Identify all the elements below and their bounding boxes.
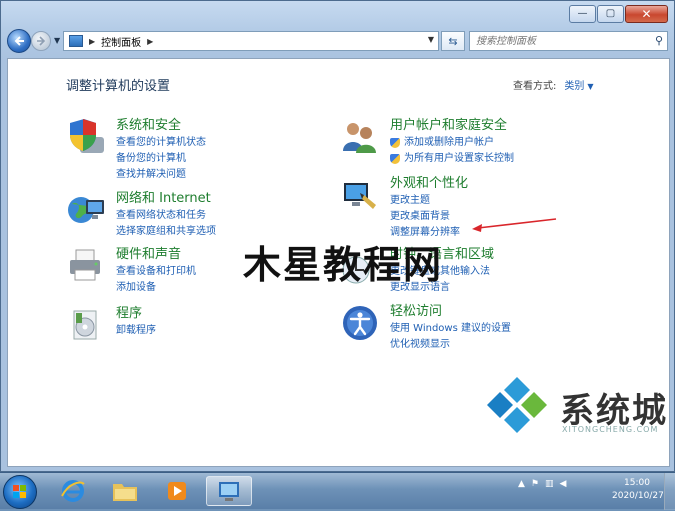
category-title-hardware-sound[interactable]: 硬件和声音 bbox=[116, 246, 196, 263]
windows-logo-icon bbox=[13, 485, 26, 498]
clock-date: 2020/10/27 bbox=[612, 491, 664, 501]
view-by-label: 查看方式: bbox=[513, 81, 557, 92]
link-network-status[interactable]: 查看网络状态和任务 bbox=[116, 208, 216, 224]
category-title-network-internet[interactable]: 网络和 Internet bbox=[116, 190, 216, 207]
navigation-bar: ▼ ▶ 控制面板 ▶ ▼ ⇆ ⚲ bbox=[7, 29, 668, 53]
link-devices-printers[interactable]: 查看设备和打印机 bbox=[116, 264, 196, 280]
link-change-theme[interactable]: 更改主题 bbox=[390, 193, 468, 209]
minimize-button[interactable]: — bbox=[569, 5, 596, 23]
link-homegroup-sharing[interactable]: 选择家庭组和共享选项 bbox=[116, 224, 216, 240]
close-button[interactable]: ✕ bbox=[625, 5, 668, 23]
control-panel-icon bbox=[69, 35, 83, 47]
maximize-button[interactable]: ▢ bbox=[597, 5, 624, 23]
appearance-monitor-icon bbox=[344, 183, 376, 209]
show-desktop-button[interactable] bbox=[664, 473, 675, 510]
back-button[interactable] bbox=[7, 29, 31, 53]
forward-arrow-icon bbox=[37, 36, 46, 46]
category-title-appearance[interactable]: 外观和个性化 bbox=[390, 175, 468, 192]
logo-diamond-icon bbox=[487, 377, 547, 433]
control-panel-taskbar-icon bbox=[219, 482, 239, 501]
taskbar-clock[interactable]: 15:00 2020/10/27 bbox=[612, 477, 664, 503]
printer-icon bbox=[70, 249, 100, 281]
tray-expand-icon[interactable]: ▲ bbox=[518, 479, 525, 489]
breadcrumb-separator-icon[interactable]: ▶ bbox=[89, 37, 95, 46]
category-title-user-accounts[interactable]: 用户帐户和家庭安全 bbox=[390, 117, 514, 134]
taskbar: ▲ ⚑ ▥ ◀ 15:00 2020/10/27 bbox=[0, 472, 675, 510]
back-arrow-icon bbox=[14, 36, 24, 46]
view-by-dropdown-icon[interactable]: ▼ bbox=[587, 82, 593, 91]
address-bar[interactable]: ▶ 控制面板 ▶ ▼ bbox=[63, 31, 439, 51]
category-title-ease-of-access[interactable]: 轻松访问 bbox=[390, 303, 511, 320]
refresh-button[interactable]: ⇆ bbox=[441, 31, 465, 51]
breadcrumb-control-panel[interactable]: 控制面板 bbox=[101, 34, 141, 49]
site-logo: 系统城 XITONGCHENG.COM bbox=[480, 375, 670, 435]
link-recommended-settings[interactable]: 使用 Windows 建议的设置 bbox=[390, 321, 511, 337]
view-by-value[interactable]: 类别 bbox=[564, 81, 584, 92]
internet-explorer-icon bbox=[61, 480, 85, 502]
taskbar-explorer[interactable] bbox=[102, 476, 148, 506]
media-player-icon bbox=[168, 482, 186, 500]
link-add-remove-accounts[interactable]: 添加或删除用户帐户 bbox=[390, 135, 514, 151]
minimize-icon: — bbox=[577, 8, 588, 19]
start-button[interactable] bbox=[3, 475, 37, 509]
category-title-system-security[interactable]: 系统和安全 bbox=[116, 117, 206, 134]
logo-subtext: XITONGCHENG.COM bbox=[562, 425, 659, 434]
annotation-arrow-icon bbox=[472, 218, 557, 232]
users-icon bbox=[343, 123, 376, 153]
watermark-text: 木星教程网 bbox=[243, 243, 444, 287]
system-tray: ▲ ⚑ ▥ ◀ bbox=[518, 479, 566, 489]
folder-icon bbox=[113, 484, 137, 501]
link-troubleshoot[interactable]: 查找并解决问题 bbox=[116, 167, 206, 183]
ease-of-access-icon bbox=[343, 306, 377, 340]
link-parental-controls[interactable]: 为所有用户设置家长控制 bbox=[390, 151, 514, 167]
refresh-icon: ⇆ bbox=[448, 34, 458, 48]
network-globe-icon bbox=[68, 197, 104, 223]
search-icon[interactable]: ⚲ bbox=[655, 34, 663, 47]
programs-icon bbox=[73, 310, 97, 340]
link-add-device[interactable]: 添加设备 bbox=[116, 280, 196, 296]
link-uninstall-program[interactable]: 卸载程序 bbox=[116, 323, 156, 339]
recent-pages-dropdown-icon[interactable]: ▼ bbox=[54, 36, 60, 45]
taskbar-media-player[interactable] bbox=[154, 476, 200, 506]
breadcrumb-chevron-icon[interactable]: ▶ bbox=[147, 37, 153, 46]
address-dropdown-icon[interactable]: ▼ bbox=[428, 35, 434, 44]
view-by: 查看方式: 类别 ▼ bbox=[513, 77, 594, 92]
volume-icon[interactable]: ◀ bbox=[560, 479, 567, 489]
action-center-flag-icon[interactable]: ⚑ bbox=[531, 479, 539, 489]
close-icon: ✕ bbox=[641, 7, 652, 21]
page-title: 调整计算机的设置 bbox=[66, 79, 171, 94]
network-tray-icon[interactable]: ▥ bbox=[545, 479, 554, 489]
caption-buttons: — ▢ ✕ bbox=[568, 5, 668, 23]
taskbar-ie[interactable] bbox=[50, 476, 96, 506]
link-optimize-visual-display[interactable]: 优化视频显示 bbox=[390, 337, 511, 353]
maximize-icon: ▢ bbox=[605, 8, 616, 19]
search-input[interactable] bbox=[476, 33, 646, 49]
link-change-desktop-background[interactable]: 更改桌面背景 bbox=[390, 209, 468, 225]
clock-time: 15:00 bbox=[624, 478, 650, 488]
shield-icon bbox=[70, 119, 104, 153]
category-title-programs[interactable]: 程序 bbox=[116, 305, 156, 322]
link-backup-computer[interactable]: 备份您的计算机 bbox=[116, 151, 206, 167]
forward-button[interactable] bbox=[31, 31, 51, 51]
search-box[interactable]: ⚲ bbox=[469, 31, 668, 51]
link-check-computer-status[interactable]: 查看您的计算机状态 bbox=[116, 135, 206, 151]
taskbar-control-panel[interactable] bbox=[206, 476, 252, 506]
